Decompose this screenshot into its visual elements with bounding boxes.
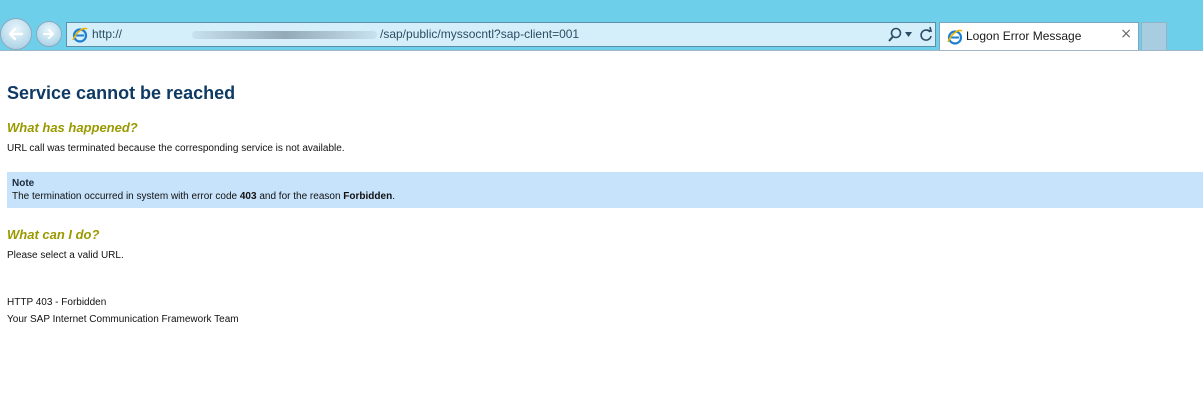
- redacted-hostname: [192, 31, 377, 39]
- page-content: Service cannot be reached What has happe…: [0, 51, 1203, 405]
- url-prefix: http://: [92, 27, 123, 41]
- back-arrow-icon: [8, 27, 24, 41]
- what-can-i-do-text: Please select a valid URL.: [7, 250, 124, 261]
- browser-toolbar: http:// /sap/public/myssocntl?sap-client…: [0, 0, 1203, 51]
- what-happened-heading: What has happened?: [7, 120, 138, 135]
- note-title: Note: [12, 178, 35, 189]
- search-icon[interactable]: [887, 26, 903, 44]
- note-text-end: .: [392, 191, 395, 202]
- note-text: The termination occurred in system with …: [12, 191, 395, 202]
- url-path: /sap/public/myssocntl?sap-client=001: [380, 27, 580, 41]
- page-title: Service cannot be reached: [7, 83, 236, 103]
- dropdown-icon[interactable]: [905, 32, 912, 37]
- address-bar[interactable]: http:// /sap/public/myssocntl?sap-client…: [66, 22, 936, 47]
- error-code: 403: [239, 191, 257, 202]
- note-text-middle: and for the reason: [256, 191, 344, 202]
- forward-arrow-icon: [43, 29, 54, 39]
- tab-logon-error[interactable]: Logon Error Message ×: [939, 22, 1139, 50]
- refresh-icon[interactable]: [918, 26, 934, 44]
- new-tab-button[interactable]: [1141, 22, 1167, 50]
- note-box: Note The termination occurred in system …: [7, 172, 1203, 208]
- ie-logo-icon: [72, 27, 88, 43]
- http-status: HTTP 403 - Forbidden: [7, 297, 107, 308]
- what-happened-text: URL call was terminated because the corr…: [7, 143, 345, 154]
- tab-title: Logon Error Message: [966, 29, 1082, 43]
- back-button[interactable]: [0, 18, 32, 50]
- note-text-start: The termination occurred in system with …: [12, 191, 240, 202]
- what-can-i-do-heading: What can I do?: [7, 227, 100, 242]
- close-icon[interactable]: ×: [1120, 26, 1132, 42]
- ie-logo-icon: [947, 29, 963, 45]
- team-signature: Your SAP Internet Communication Framewor…: [7, 314, 239, 325]
- forward-button[interactable]: [36, 21, 62, 47]
- error-reason: Forbidden: [343, 191, 393, 202]
